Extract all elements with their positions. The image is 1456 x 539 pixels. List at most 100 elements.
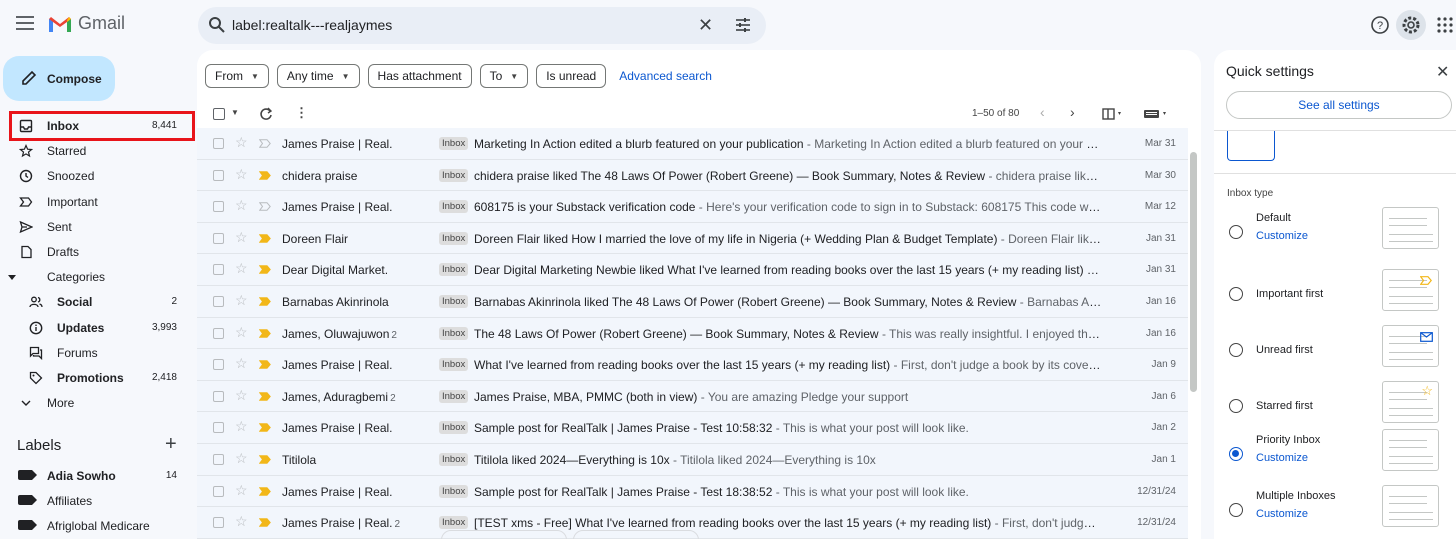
star-icon[interactable]: ☆: [235, 134, 248, 151]
inbox-type-default[interactable]: Default Customize: [1214, 207, 1456, 258]
radio-button[interactable]: [1229, 343, 1243, 357]
radio-button[interactable]: [1229, 503, 1243, 517]
close-icon[interactable]: ✕: [1436, 62, 1449, 82]
star-icon[interactable]: ☆: [235, 292, 248, 309]
label-item-adia-sowho[interactable]: Adia Sowho 14: [0, 463, 196, 488]
email-row[interactable]: ☆ Doreen Flair Inbox Doreen Flair liked How…: [197, 222, 1188, 255]
search-icon[interactable]: [208, 16, 226, 34]
apps-grid-icon[interactable]: [1430, 10, 1456, 40]
important-marker-icon[interactable]: [259, 518, 271, 527]
star-icon[interactable]: ☆: [235, 229, 248, 246]
row-checkbox[interactable]: [213, 422, 224, 434]
important-marker-icon[interactable]: [259, 423, 271, 433]
important-marker-icon[interactable]: [259, 265, 271, 275]
important-marker-icon[interactable]: [259, 233, 271, 243]
label-item-affiliates[interactable]: Affiliates: [0, 488, 196, 513]
star-icon[interactable]: ☆: [235, 197, 248, 214]
important-marker-icon[interactable]: [259, 486, 271, 496]
attachment-chip[interactable]: [441, 530, 567, 539]
inbox-type-starred-first[interactable]: Starred first ☆: [1214, 381, 1456, 432]
customize-link[interactable]: Customize: [1256, 508, 1308, 520]
filter-chip-from[interactable]: From ▼: [205, 64, 269, 88]
gmail-logo[interactable]: Gmail: [48, 13, 125, 34]
list-scrollbar[interactable]: [1190, 152, 1197, 392]
email-row[interactable]: ☆ Titilola Inbox Titilola liked 2024—Everyt…: [197, 443, 1188, 476]
row-checkbox[interactable]: [213, 359, 224, 371]
inbox-type-multiple-inboxes[interactable]: Multiple Inboxes Customize: [1214, 485, 1456, 536]
sidebar-item-promotions[interactable]: Promotions 2,418: [0, 365, 196, 390]
inbox-badge[interactable]: Inbox: [439, 294, 469, 308]
important-marker-icon[interactable]: [259, 170, 271, 180]
inbox-type-unread-first[interactable]: Unread first: [1214, 325, 1456, 376]
row-checkbox[interactable]: [213, 138, 224, 149]
important-marker-icon[interactable]: [259, 391, 271, 401]
inbox-badge[interactable]: Inbox: [439, 326, 469, 340]
inbox-badge[interactable]: Inbox: [439, 516, 469, 530]
filter-chip-to[interactable]: To ▼: [479, 64, 529, 88]
email-row[interactable]: ☆ James Praise | Real. Inbox Sample post fo…: [197, 412, 1188, 444]
compose-button[interactable]: Compose: [3, 56, 115, 101]
row-checkbox[interactable]: [213, 232, 224, 244]
inbox-badge[interactable]: Inbox: [439, 263, 469, 277]
email-row[interactable]: ☆ James Praise | Real. Inbox Marketing In A…: [197, 128, 1188, 160]
row-checkbox[interactable]: [213, 327, 224, 339]
inbox-type-priority-inbox[interactable]: Priority Inbox Customize: [1214, 429, 1456, 480]
customize-link[interactable]: Customize: [1256, 452, 1308, 464]
sidebar-item-more[interactable]: More: [0, 390, 196, 415]
star-icon[interactable]: ☆: [235, 450, 248, 467]
sidebar-item-updates[interactable]: Updates 3,993: [0, 315, 196, 340]
sidebar-item-drafts[interactable]: Drafts: [0, 239, 196, 264]
add-label-icon[interactable]: +: [165, 433, 177, 456]
star-icon[interactable]: ☆: [235, 482, 248, 499]
email-row[interactable]: ☆ James, Aduragbemi 2 Inbox James Praise, MB…: [197, 380, 1188, 413]
sidebar-item-sent[interactable]: Sent: [0, 214, 196, 239]
search-bar[interactable]: label:realtalk---realjaymes ✕: [198, 7, 766, 44]
row-checkbox[interactable]: [213, 295, 224, 307]
row-checkbox[interactable]: [213, 390, 224, 402]
inbox-badge[interactable]: Inbox: [439, 168, 469, 182]
settings-gear-icon[interactable]: [1396, 10, 1426, 40]
attachment-chip[interactable]: [573, 530, 699, 539]
radio-button[interactable]: [1229, 225, 1243, 239]
refresh-icon[interactable]: [259, 107, 273, 121]
star-icon[interactable]: ☆: [235, 260, 248, 277]
clear-search-icon[interactable]: ✕: [698, 15, 713, 36]
main-menu-icon[interactable]: [16, 16, 34, 30]
email-row[interactable]: ☆ James, Oluwajuwon 2 Inbox The 48 Laws Of P…: [197, 317, 1188, 350]
important-marker-icon[interactable]: [259, 297, 271, 306]
sidebar-item-categories[interactable]: Categories: [0, 264, 196, 289]
important-marker-icon[interactable]: [259, 360, 271, 369]
inbox-badge[interactable]: Inbox: [439, 200, 469, 214]
more-options-icon[interactable]: ⋮: [295, 105, 308, 121]
sidebar-item-important[interactable]: Important: [0, 189, 196, 214]
inbox-badge[interactable]: Inbox: [439, 389, 469, 403]
customize-link[interactable]: Customize: [1256, 230, 1308, 242]
filter-chip-has-attachment[interactable]: Has attachment: [367, 64, 472, 88]
inbox-badge[interactable]: Inbox: [439, 421, 469, 435]
inbox-badge[interactable]: Inbox: [439, 358, 469, 372]
row-checkbox[interactable]: [213, 453, 224, 465]
email-row[interactable]: ☆ Barnabas Akinrinola Inbox Barnabas Akinri…: [197, 285, 1188, 318]
row-checkbox[interactable]: [213, 485, 224, 497]
advanced-search-link[interactable]: Advanced search: [619, 64, 712, 88]
star-icon[interactable]: ☆: [235, 324, 248, 341]
email-row[interactable]: ☆ Dear Digital Market. Inbox Dear Digital M…: [197, 254, 1188, 286]
inbox-badge[interactable]: Inbox: [439, 137, 469, 150]
inbox-badge[interactable]: Inbox: [439, 231, 469, 245]
important-marker-icon[interactable]: [259, 455, 271, 464]
input-tools-icon[interactable]: [1143, 108, 1169, 120]
split-pane-icon[interactable]: [1102, 108, 1124, 120]
older-page-icon[interactable]: ›: [1070, 104, 1075, 120]
email-row[interactable]: ☆ James Praise | Real. Inbox 608175 is your…: [197, 191, 1188, 223]
important-marker-icon[interactable]: [259, 202, 271, 211]
sidebar-item-social[interactable]: Social 2: [0, 289, 196, 314]
search-input[interactable]: label:realtalk---realjaymes: [232, 17, 392, 33]
row-checkbox[interactable]: [213, 517, 224, 529]
select-dropdown-icon[interactable]: ▼: [231, 108, 239, 117]
star-icon[interactable]: ☆: [235, 387, 248, 404]
email-row[interactable]: ☆ chidera praise Inbox chidera praise liked…: [197, 159, 1188, 192]
radio-button[interactable]: [1229, 399, 1243, 413]
inbox-type-important-first[interactable]: Important first: [1214, 269, 1456, 320]
search-options-icon[interactable]: [734, 16, 752, 34]
star-icon[interactable]: ☆: [235, 418, 248, 435]
